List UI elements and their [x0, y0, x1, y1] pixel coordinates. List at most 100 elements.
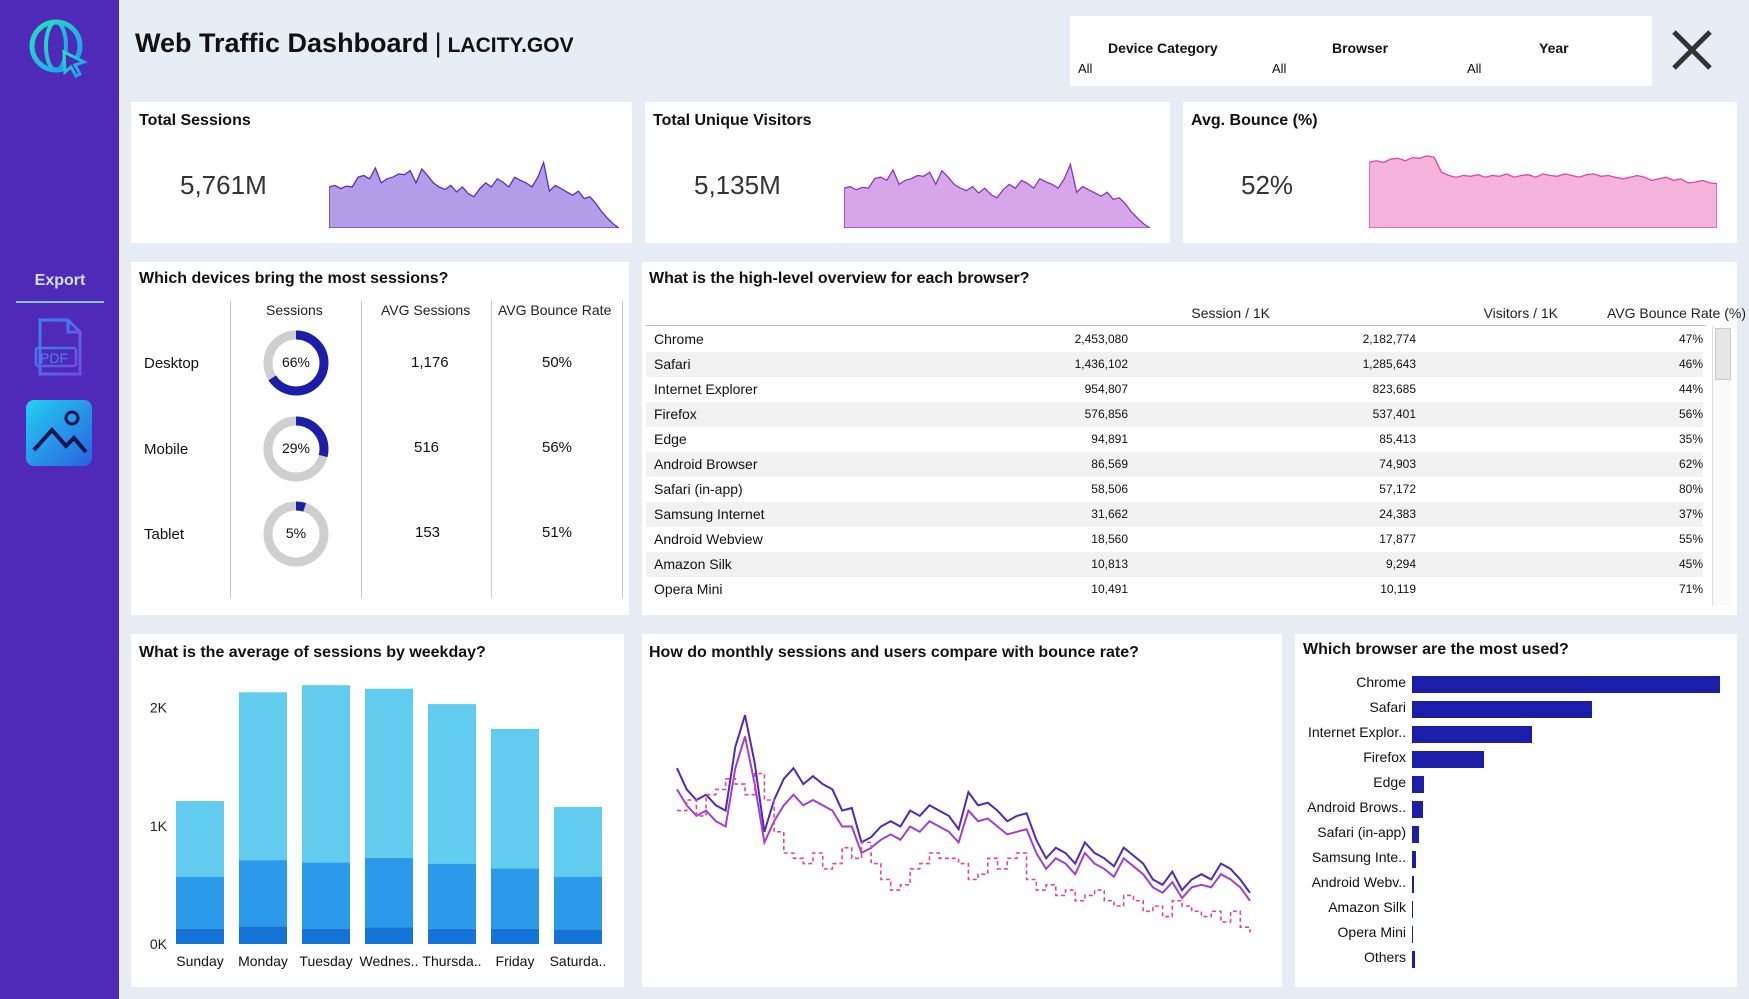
browser-bar[interactable] — [1412, 726, 1532, 743]
kpi-visitors-card: Total Unique Visitors 5,135M — [645, 102, 1170, 243]
weekday-bar-segment — [428, 863, 476, 929]
filter-year-select[interactable]: All — [1467, 61, 1481, 76]
table-row[interactable]: Safari (in-app) 58,506 57,172 80% — [646, 477, 1703, 502]
table-row[interactable]: Android Browser 86,569 74,903 62% — [646, 452, 1703, 477]
filter-browser-select[interactable]: All — [1272, 61, 1286, 76]
close-icon[interactable] — [1668, 26, 1716, 74]
bar-label: Safari (in-app) — [1317, 824, 1406, 840]
monthly-line-chart — [676, 714, 1251, 933]
device-name: Desktop — [144, 355, 200, 372]
browser-bar[interactable] — [1412, 801, 1423, 818]
title-text: Web Traffic Dashboard — [135, 28, 429, 58]
pdf-file-icon[interactable]: PDF — [34, 318, 84, 376]
weekday-bar-segment — [491, 868, 539, 929]
series-line — [676, 714, 1251, 894]
browser-bar[interactable] — [1412, 926, 1414, 943]
weekday-bar-segment — [491, 728, 539, 869]
table-scrollbar[interactable] — [1712, 326, 1732, 606]
x-tick-label: Sunday — [176, 953, 223, 969]
image-export-icon[interactable] — [26, 400, 92, 466]
table-row[interactable]: Firefox 576,856 537,401 56% — [646, 402, 1703, 427]
table-row[interactable]: Android Webview 18,560 17,877 55% — [646, 527, 1703, 552]
device-bounce: 51% — [542, 524, 573, 541]
weekday-bar-segment — [554, 806, 602, 877]
bar-label: Amazon Silk — [1328, 899, 1406, 915]
browser-bar[interactable] — [1412, 751, 1485, 768]
bar-label: Others — [1363, 949, 1406, 965]
browser-bar[interactable] — [1412, 676, 1720, 693]
device-share: 66% — [281, 354, 311, 370]
filter-browser-label: Browser — [1332, 40, 1389, 56]
devices-header-sessions: Sessions — [266, 302, 323, 318]
devices-header-avg-sessions: AVG Sessions — [381, 302, 471, 318]
devices-title: Which devices bring the most sessions? — [139, 270, 449, 287]
browser-bounce: 55% — [1678, 532, 1703, 546]
browser-bar[interactable] — [1412, 701, 1593, 718]
svg-text:PDF: PDF — [40, 350, 68, 366]
browser-bounce: 46% — [1678, 357, 1703, 371]
y-tick-label: 0K — [150, 936, 168, 952]
weekday-bar-chart: 0K 1K 2K Sunday Monday Tuesday Wednes.. Thursda… — [150, 685, 606, 969]
globe-cursor-icon[interactable] — [28, 18, 88, 78]
y-tick-label: 2K — [150, 700, 168, 716]
weekday-bar-segment — [302, 685, 350, 863]
weekday-bar-segment — [239, 860, 287, 927]
browser-bar[interactable] — [1412, 951, 1415, 968]
device-name: Tablet — [144, 526, 185, 543]
device-share: 5% — [285, 525, 307, 541]
browser-bar[interactable] — [1412, 901, 1414, 918]
weekday-bar-segment — [176, 928, 224, 944]
bar-label: Internet Explor.. — [1307, 724, 1406, 740]
browser-bounce: 45% — [1678, 557, 1703, 571]
filter-device-select[interactable]: All — [1078, 61, 1092, 76]
weekday-bar-segment — [302, 862, 350, 929]
browser-bar[interactable] — [1412, 776, 1424, 793]
device-bounce: 50% — [542, 354, 573, 371]
header-underline — [646, 325, 1706, 326]
title-domain: LACITY.GOV — [447, 34, 574, 57]
divider — [622, 300, 623, 598]
browser-header-session: Session / 1K — [1191, 305, 1270, 321]
weekday-bar-segment — [491, 928, 539, 944]
device-name: Mobile — [144, 441, 189, 458]
device-donut: 29% — [263, 416, 329, 482]
sparkline-area — [329, 160, 619, 228]
kpi-visitors-title: Total Unique Visitors — [653, 112, 812, 129]
kpi-bounce-value: 52% — [1241, 170, 1294, 200]
bar-label: Opera Mini — [1337, 924, 1406, 940]
devices-card: Which devices bring the most sessions? S… — [131, 262, 629, 615]
x-tick-label: Wednes.. — [360, 953, 419, 969]
browser-used-card: Which browser are the most used? Chrome S… — [1295, 634, 1737, 987]
table-row[interactable]: Opera Mini 10,491 10,119 71% — [646, 577, 1703, 602]
browser-bar[interactable] — [1412, 826, 1420, 843]
kpi-visitors-value: 5,135M — [694, 170, 781, 200]
weekday-bar-segment — [239, 926, 287, 944]
bar-label: Chrome — [1356, 674, 1406, 690]
device-avg-sessions: 516 — [414, 439, 440, 456]
browser-bounce: 37% — [1678, 507, 1703, 521]
browser-bounce: 56% — [1678, 407, 1703, 421]
table-row[interactable]: Chrome 2,453,080 2,182,774 47% — [646, 327, 1703, 352]
divider — [230, 300, 231, 598]
browser-bar[interactable] — [1412, 851, 1416, 868]
weekday-bar-segment — [365, 857, 413, 928]
divider — [361, 300, 362, 598]
browser-used-title: Which browser are the most used? — [1303, 641, 1569, 658]
x-tick-label: Tuesday — [299, 953, 352, 969]
table-row[interactable]: Edge 94,891 85,413 35% — [646, 427, 1703, 452]
weekday-bar-segment — [428, 928, 476, 944]
browser-header-bounce: AVG Bounce Rate (%) — [1606, 305, 1746, 321]
table-row[interactable]: Samsung Internet 31,662 24,383 37% — [646, 502, 1703, 527]
table-row[interactable]: Safari 1,436,102 1,285,643 46% — [646, 352, 1703, 377]
filter-panel: Device Category All Browser All Year All — [1070, 16, 1652, 86]
device-bounce: 56% — [542, 439, 573, 456]
table-row[interactable]: Internet Explorer 954,807 823,685 44% — [646, 377, 1703, 402]
bar-label: Firefox — [1363, 749, 1406, 765]
weekday-bar-segment — [428, 704, 476, 864]
table-row[interactable]: Amazon Silk 10,813 9,294 45% — [646, 552, 1703, 577]
filter-year-label: Year — [1539, 40, 1569, 56]
weekday-bar-segment — [176, 801, 224, 877]
page-title: Web Traffic Dashboard | LACITY.GOV — [135, 28, 574, 59]
scrollbar-thumb[interactable] — [1715, 328, 1731, 380]
browser-bar[interactable] — [1412, 876, 1415, 893]
